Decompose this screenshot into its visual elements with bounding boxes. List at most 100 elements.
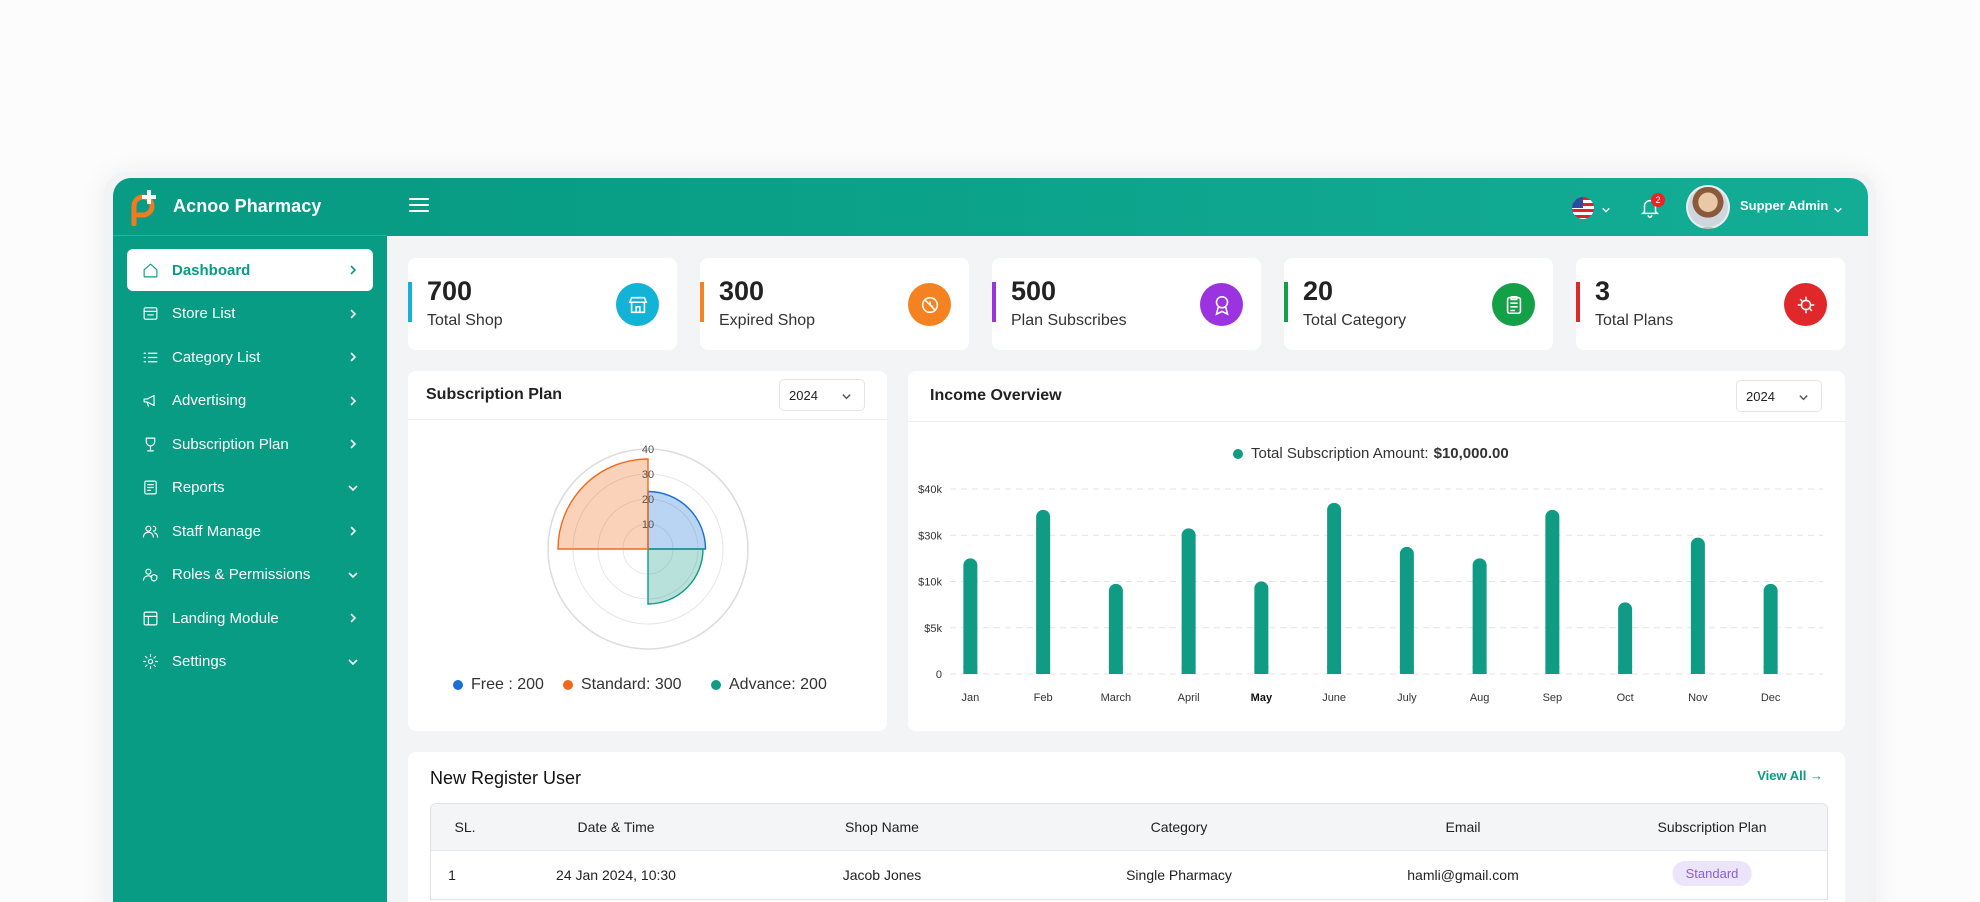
divider (408, 419, 887, 420)
trophy-icon (141, 435, 159, 453)
polar-area-chart: 10 20 30 40 (547, 444, 749, 650)
year-select-value: 2024 (789, 388, 818, 403)
sidebar-item-label: Landing Module (172, 609, 279, 627)
avatar[interactable] (1686, 185, 1730, 229)
topbar: 2 Supper Admin (387, 178, 1868, 236)
users-icon (141, 522, 159, 540)
subscription-plan-panel: Subscription Plan 2024 10 20 30 40 Free : 2… (408, 371, 887, 731)
chevron-right-icon (347, 437, 359, 449)
brand[interactable]: Acnoo Pharmacy (113, 178, 387, 236)
bar-base (1545, 666, 1560, 674)
view-all-link[interactable]: View All → (1757, 768, 1823, 783)
sidebar-item-subscription-plan[interactable]: Subscription Plan (127, 423, 373, 465)
stat-value: 300 (719, 276, 765, 306)
x-tick-label: Dec (1761, 692, 1781, 704)
arrow-right-icon: → (1810, 768, 1823, 783)
cell-datetime: 24 Jan 2024, 10:30 (556, 867, 676, 883)
chevron-right-icon (347, 394, 359, 406)
stat-label: Plan Subscribes (1011, 312, 1127, 329)
sidebar-item-category-list[interactable]: Category List (127, 336, 373, 378)
bar-june (1327, 502, 1342, 674)
sidebar-item-reports[interactable]: Reports (127, 467, 373, 509)
x-tick-label: Jan (962, 692, 980, 704)
legend-dot (711, 680, 721, 690)
award-icon (1200, 283, 1243, 326)
gear-icon (141, 653, 159, 671)
table-row[interactable]: 1 24 Jan 2024, 10:30 Jacob Jones Single … (431, 851, 1827, 899)
chevron-right-icon (347, 524, 359, 536)
user-shield-icon (141, 566, 159, 584)
stat-value: 20 (1303, 276, 1334, 306)
y-tick-label: 0 (936, 669, 942, 681)
legend-standard: Standard: 300 (563, 676, 682, 694)
sidebar-item-store-list[interactable]: Store List (127, 293, 373, 335)
x-tick-label: Sep (1543, 692, 1563, 704)
sidebar-item-label: Subscription Plan (172, 435, 289, 453)
clipboard-icon (1492, 283, 1535, 326)
bar-base (963, 666, 978, 674)
register-table: SL. Date & Time Shop Name Category Email… (430, 803, 1828, 900)
bar-may (1254, 581, 1269, 674)
column-header: SL. (454, 819, 476, 835)
year-select[interactable]: 2024 (1736, 380, 1822, 412)
bar-march (1108, 583, 1123, 674)
chevron-down-icon (347, 655, 359, 667)
divider (908, 421, 1845, 422)
x-tick-label: April (1178, 692, 1200, 704)
polar-slice-advance (647, 548, 704, 605)
stat-value: 700 (427, 276, 473, 306)
report-icon (141, 479, 159, 497)
sidebar-item-label: Store List (172, 305, 236, 322)
expired-shop-icon (908, 283, 951, 326)
user-name[interactable]: Supper Admin (1740, 198, 1828, 213)
year-select[interactable]: 2024 (779, 379, 865, 411)
legend-label: Free : 200 (471, 676, 544, 693)
bar-april (1181, 528, 1196, 674)
view-all-label: View All (1757, 768, 1807, 783)
cell-category: Single Pharmacy (1126, 867, 1232, 883)
chevron-right-icon (347, 263, 359, 275)
sidebar-item-label: Reports (172, 479, 225, 496)
year-select-value: 2024 (1746, 389, 1775, 404)
legend-dot (453, 680, 463, 690)
bar-base (1763, 666, 1778, 674)
legend-dot (563, 680, 573, 690)
bar-base (1399, 666, 1414, 674)
legend-label: Total Subscription Amount: (1251, 445, 1429, 462)
x-tick-label: July (1397, 692, 1417, 704)
megaphone-icon (141, 392, 159, 410)
bar-base (1690, 666, 1705, 674)
legend-value: $10,000.00 (1433, 445, 1509, 462)
stat-card-total-category: 20 Total Category (1284, 258, 1553, 350)
us-flag-icon[interactable] (1572, 197, 1594, 219)
cell-sl: 1 (448, 867, 456, 883)
sidebar-item-advertising[interactable]: Advertising (127, 380, 373, 422)
bar-aug (1472, 558, 1487, 674)
chevron-down-icon[interactable] (1601, 202, 1611, 213)
sidebar-item-landing-module[interactable]: Landing Module (127, 597, 373, 639)
stat-card-plan-subscribes: 500 Plan Subscribes (992, 258, 1261, 350)
stat-label: Total Shop (427, 312, 503, 329)
sidebar-item-settings[interactable]: Settings (127, 641, 373, 683)
column-header: Subscription Plan (1657, 819, 1767, 835)
bar-base (1618, 666, 1633, 674)
list-icon (141, 348, 159, 366)
sidebar-item-staff-manage[interactable]: Staff Manage (127, 510, 373, 552)
sidebar-item-roles-permissions[interactable]: Roles & Permissions (127, 554, 373, 596)
bar-base (1327, 666, 1342, 674)
y-tick-label: $10k (918, 577, 942, 589)
table-header: SL. Date & Time Shop Name Category Email… (431, 804, 1827, 851)
notification-badge: 2 (1651, 193, 1665, 207)
bar-oct (1618, 602, 1633, 674)
chevron-down-icon[interactable] (1833, 202, 1843, 213)
bar-nov (1690, 537, 1705, 674)
x-tick-label: Nov (1688, 692, 1708, 704)
stat-accent-bar (700, 282, 704, 322)
polar-tick-label: 20 (642, 494, 654, 506)
income-bar-chart: 0 $5k $10k $30k $40k Jan Feb March April May June J… (918, 484, 1823, 704)
polar-tick-label: 30 (642, 469, 654, 481)
panel-title: Income Overview (930, 387, 1062, 404)
menu-toggle-icon[interactable] (409, 198, 429, 214)
bar-base (1036, 666, 1051, 674)
sidebar-item-dashboard[interactable]: Dashboard (127, 249, 373, 291)
